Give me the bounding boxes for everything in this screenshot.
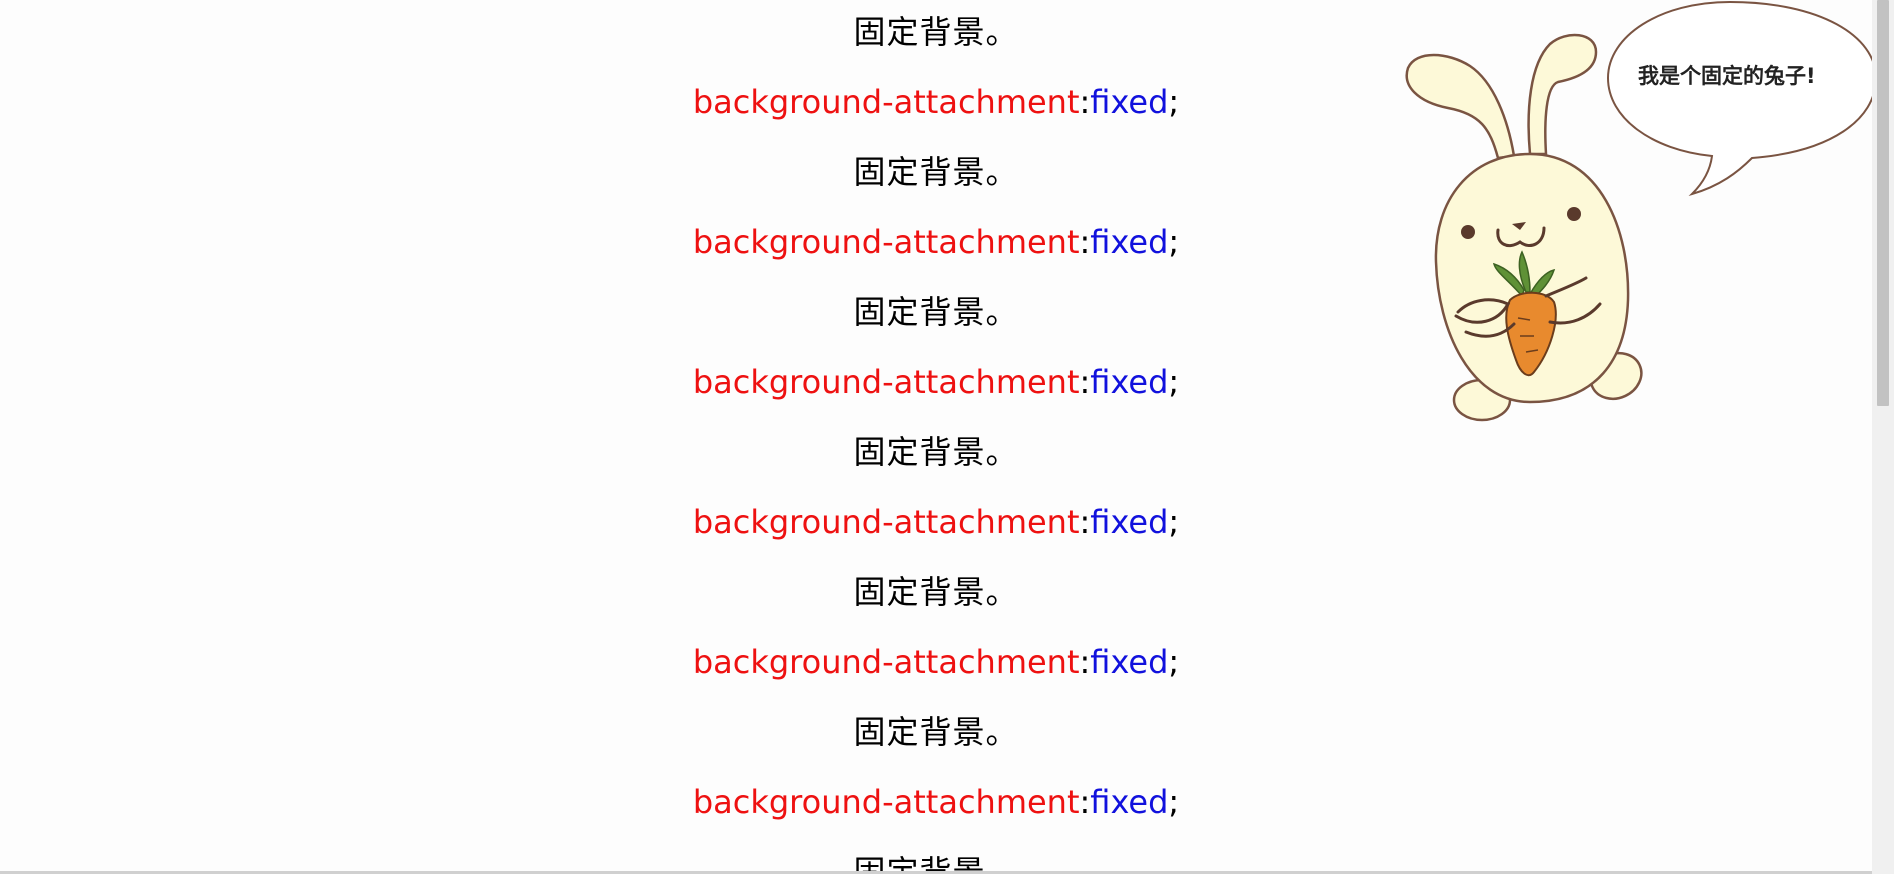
css-value: fixed [1090,783,1169,821]
fixed-background-label-5: 固定背景。 [0,572,1872,612]
scrollbar-thumb[interactable] [1877,0,1889,406]
css-colon: : [1079,503,1091,541]
css-value: fixed [1090,643,1169,681]
css-semicolon: ; [1168,783,1180,821]
css-property: background-attachment [692,643,1080,681]
css-colon: : [1079,643,1091,681]
css-property: background-attachment [692,363,1080,401]
chinese-text: 固定背景。 [853,13,1019,51]
css-declaration-5: background-attachment:fixed; [0,642,1872,682]
css-colon: : [1079,223,1091,261]
css-semicolon: ; [1168,363,1180,401]
speech-bubble [1606,0,1878,197]
speech-bubble-text: 我是个固定的兔子! [1638,64,1816,88]
rabbit-left-ear [1405,53,1516,160]
css-semicolon: ; [1168,83,1180,121]
css-value: fixed [1090,363,1169,401]
fixed-background-label-6: 固定背景。 [0,712,1872,752]
fixed-background-label-4: 固定背景。 [0,432,1872,472]
css-colon: : [1079,83,1091,121]
css-property: background-attachment [692,223,1080,261]
css-property: background-attachment [692,503,1080,541]
chinese-text: 固定背景。 [853,153,1019,191]
css-declaration-6: background-attachment:fixed; [0,782,1872,822]
css-semicolon: ; [1168,223,1180,261]
vertical-scrollbar[interactable] [1872,0,1894,874]
chinese-text: 固定背景。 [853,713,1019,751]
chinese-text: 固定背景。 [853,573,1019,611]
css-property: background-attachment [692,783,1080,821]
css-value: fixed [1090,223,1169,261]
rabbit-right-ear [1527,33,1598,156]
page-viewport: 固定背景。 background-attachment:fixed; 固定背景。… [0,0,1894,874]
rabbit-right-eye [1567,207,1581,221]
css-value: fixed [1090,503,1169,541]
css-colon: : [1079,363,1091,401]
css-semicolon: ; [1168,643,1180,681]
fixed-rabbit-illustration: 我是个固定的兔子! [1390,0,1880,430]
chinese-text: 固定背景。 [853,293,1019,331]
css-declaration-4: background-attachment:fixed; [0,502,1872,542]
chinese-text: 固定背景。 [853,433,1019,471]
css-colon: : [1079,783,1091,821]
rabbit-left-eye [1461,225,1475,239]
css-semicolon: ; [1168,503,1180,541]
css-property: background-attachment [692,83,1080,121]
css-value: fixed [1090,83,1169,121]
